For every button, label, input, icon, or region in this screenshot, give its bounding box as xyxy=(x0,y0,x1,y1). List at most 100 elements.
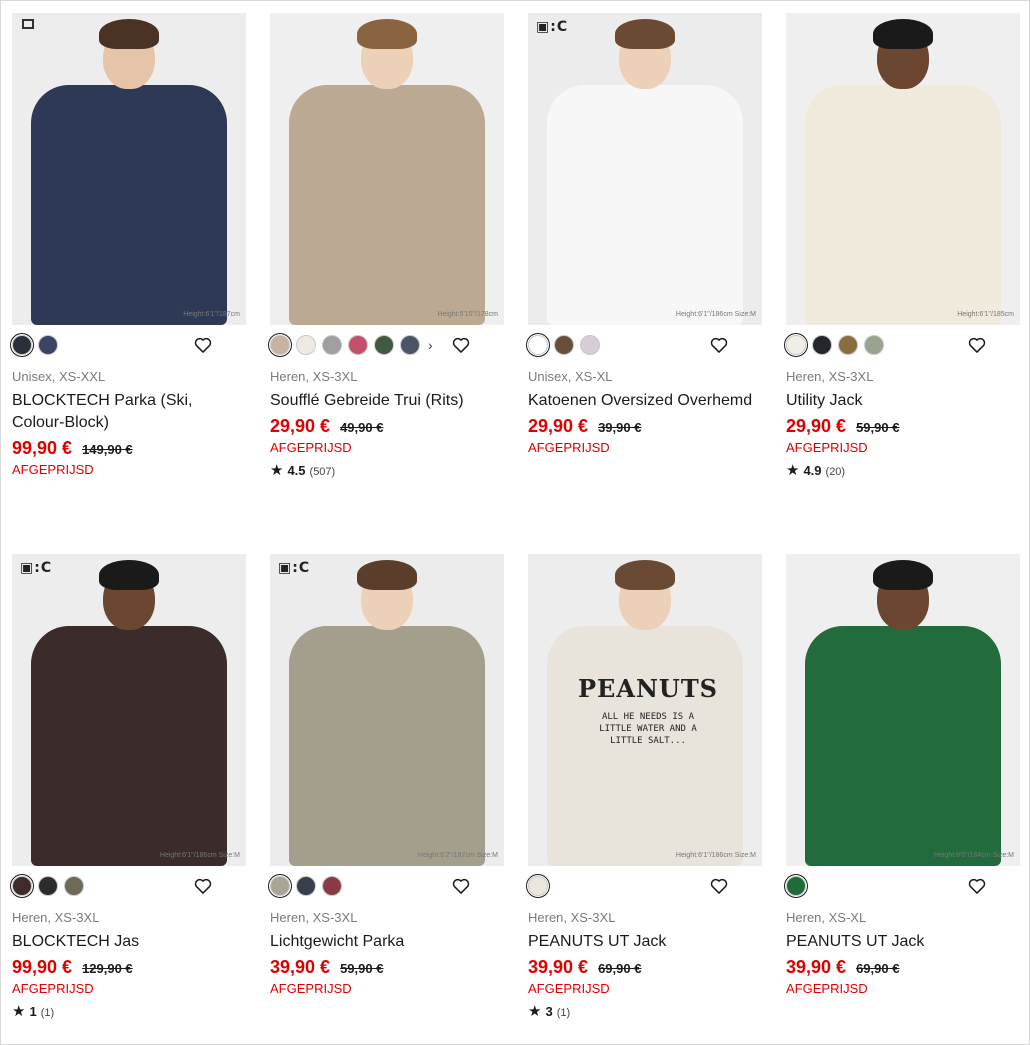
product-image[interactable]: Height:5'10"/178cm xyxy=(270,13,504,325)
rating[interactable]: ★ 4.9 (20) xyxy=(786,461,1020,479)
product-image[interactable]: ▣:C Height:6'1"/186cm Size:M xyxy=(12,554,246,866)
product-meta: Heren, XS-3XL xyxy=(786,369,874,384)
color-swatch[interactable] xyxy=(64,876,84,896)
color-swatch[interactable] xyxy=(296,335,316,355)
product-image[interactable]: ▣:C Height:6'1"/186cm Size:M xyxy=(528,13,762,325)
color-swatch[interactable] xyxy=(786,876,806,896)
chevron-right-icon[interactable]: › xyxy=(428,337,433,353)
color-swatch[interactable] xyxy=(12,335,32,355)
product-meta: Unisex, XS-XL xyxy=(528,369,613,384)
product-card[interactable]: Height:6'1"/187cm Unisex, XS-XXL BLOCKTECH… xyxy=(12,13,246,554)
original-price: 129,90 € xyxy=(82,961,133,976)
heart-icon[interactable] xyxy=(193,335,213,355)
product-name[interactable]: Katoenen Oversized Overhemd xyxy=(528,390,762,412)
rating[interactable]: ★ 1 (1) xyxy=(12,1002,246,1020)
model-hair xyxy=(357,560,417,590)
color-swatches: › xyxy=(270,325,504,365)
model-size-note: Height:6'2"/187cm Size:M xyxy=(417,852,498,859)
product-card[interactable]: PEANUTS ALL HE NEEDS IS A LITTLE WATER AN… xyxy=(528,554,762,1045)
price-row: 29,90 € 49,90 € xyxy=(270,416,504,437)
product-card[interactable]: ▣:C Height:6'1"/186cm Size:M Heren, XS-3XL… xyxy=(12,554,246,1045)
color-swatch[interactable] xyxy=(812,335,832,355)
product-image[interactable]: Height:6'1"/185cm xyxy=(786,13,1020,325)
model-garment xyxy=(805,626,1001,866)
product-name[interactable]: PEANUTS UT Jack xyxy=(786,931,1020,953)
discount-flag: AFGEPRIJSD xyxy=(12,462,94,477)
product-card[interactable]: Height:5'10"/178cm › Heren, XS-3XL Soufflé … xyxy=(270,13,504,554)
brand-logo: ▣:C xyxy=(536,19,569,35)
heart-icon[interactable] xyxy=(193,876,213,896)
print-title: PEANUTS xyxy=(577,674,719,703)
product-name[interactable]: BLOCKTECH Jas xyxy=(12,931,246,953)
product-image[interactable]: ▣:C Height:6'2"/187cm Size:M xyxy=(270,554,504,866)
color-swatch[interactable] xyxy=(270,335,290,355)
heart-icon[interactable] xyxy=(967,876,987,896)
sale-price: 39,90 € xyxy=(786,957,847,977)
product-card[interactable]: Height:6'0"/184cm Size:M Heren, XS-XL PEAN… xyxy=(786,554,1020,1045)
product-name[interactable]: Soufflé Gebreide Trui (Rits) xyxy=(270,390,504,412)
model-size-note: Height:6'1"/186cm Size:M xyxy=(675,311,756,318)
model-hair xyxy=(357,19,417,49)
product-image[interactable]: PEANUTS ALL HE NEEDS IS A LITTLE WATER AN… xyxy=(528,554,762,866)
rating-count: (1) xyxy=(40,1007,55,1019)
color-swatch[interactable] xyxy=(348,335,368,355)
price-row: 99,90 € 129,90 € xyxy=(12,957,246,978)
color-swatch[interactable] xyxy=(322,876,342,896)
model-garment xyxy=(31,626,227,866)
color-swatch[interactable] xyxy=(864,335,884,355)
heart-icon[interactable] xyxy=(451,876,471,896)
discount-flag: AFGEPRIJSD xyxy=(270,981,352,996)
sale-price: 39,90 € xyxy=(528,957,589,977)
sale-price: 29,90 € xyxy=(786,416,847,436)
sale-price: 99,90 € xyxy=(12,957,73,977)
color-swatches xyxy=(528,325,762,365)
price-row: 39,90 € 69,90 € xyxy=(786,957,1020,978)
color-swatches xyxy=(12,866,246,906)
color-swatch[interactable] xyxy=(838,335,858,355)
rating[interactable]: ★ 3 (1) xyxy=(528,1002,762,1020)
model-garment xyxy=(547,85,743,325)
color-swatch[interactable] xyxy=(528,335,548,355)
rating-score: 3 xyxy=(545,1004,553,1019)
color-swatch[interactable] xyxy=(374,335,394,355)
rating-count: (1) xyxy=(556,1007,571,1019)
product-image[interactable]: Height:6'0"/184cm Size:M xyxy=(786,554,1020,866)
model-hair xyxy=(99,560,159,590)
heart-icon[interactable] xyxy=(451,335,471,355)
heart-icon[interactable] xyxy=(709,876,729,896)
color-swatch[interactable] xyxy=(296,876,316,896)
color-swatch[interactable] xyxy=(400,335,420,355)
color-swatches xyxy=(270,866,504,906)
heart-icon[interactable] xyxy=(709,335,729,355)
color-swatch[interactable] xyxy=(38,335,58,355)
product-name[interactable]: Lichtgewicht Parka xyxy=(270,931,504,953)
color-swatch[interactable] xyxy=(38,876,58,896)
product-name[interactable]: Utility Jack xyxy=(786,390,1020,412)
rating-score: 1 xyxy=(29,1004,37,1019)
product-card[interactable]: Height:6'1"/185cm Heren, XS-3XL Utility Ja… xyxy=(786,13,1020,554)
original-price: 49,90 € xyxy=(340,420,384,435)
color-swatch[interactable] xyxy=(322,335,342,355)
product-meta: Heren, XS-3XL xyxy=(270,910,358,925)
color-swatch[interactable] xyxy=(580,335,600,355)
product-card[interactable]: ▣:C Height:6'2"/187cm Size:M Heren, XS-3XL… xyxy=(270,554,504,1045)
discount-flag: AFGEPRIJSD xyxy=(786,981,868,996)
discount-flag: AFGEPRIJSD xyxy=(528,440,610,455)
price-row: 29,90 € 59,90 € xyxy=(786,416,1020,437)
brand-logo: ▣:C xyxy=(278,560,311,576)
color-swatch[interactable] xyxy=(554,335,574,355)
discount-flag: AFGEPRIJSD xyxy=(270,440,352,455)
price-row: 39,90 € 69,90 € xyxy=(528,957,762,978)
heart-icon[interactable] xyxy=(967,335,987,355)
product-name[interactable]: PEANUTS UT Jack xyxy=(528,931,762,953)
color-swatch[interactable] xyxy=(12,876,32,896)
color-swatch[interactable] xyxy=(786,335,806,355)
product-name[interactable]: BLOCKTECH Parka (Ski, Colour-Block) xyxy=(12,390,246,434)
color-swatch[interactable] xyxy=(270,876,290,896)
product-image[interactable]: Height:6'1"/187cm xyxy=(12,13,246,325)
product-card[interactable]: ▣:C Height:6'1"/186cm Size:M Unisex, XS-XL… xyxy=(528,13,762,554)
color-swatch[interactable] xyxy=(528,876,548,896)
rating[interactable]: ★ 4.5 (507) xyxy=(270,461,504,479)
model-garment xyxy=(289,626,485,866)
color-swatches xyxy=(786,866,1020,906)
